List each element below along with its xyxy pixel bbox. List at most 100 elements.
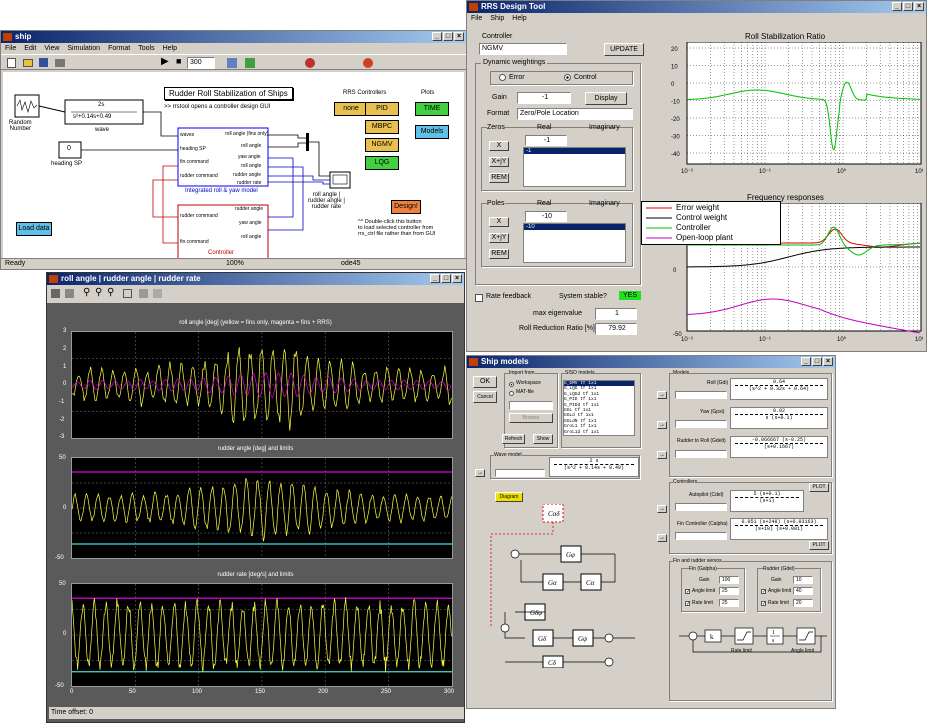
- params-icon[interactable]: [65, 289, 74, 298]
- zero-real-input[interactable]: -1: [525, 135, 567, 146]
- time-plot-button[interactable]: TIME: [415, 102, 449, 116]
- zoom-x-icon[interactable]: ⚲: [95, 287, 102, 298]
- wave-arrow-button[interactable]: →: [475, 469, 485, 477]
- explorer-icon[interactable]: [245, 58, 255, 68]
- wave-model-input[interactable]: [495, 469, 545, 477]
- gain-input[interactable]: -1: [517, 92, 571, 104]
- autopilot-plot-button[interactable]: PLOT: [809, 483, 829, 492]
- menu-simulation[interactable]: Simulation: [67, 43, 100, 54]
- fin-gain-input[interactable]: 100: [719, 576, 739, 584]
- models-plot-button[interactable]: Models: [415, 125, 449, 139]
- radio-matfile[interactable]: [509, 391, 514, 396]
- r2r-arrow-button[interactable]: →: [657, 451, 667, 459]
- restore-axes-icon[interactable]: [153, 289, 162, 298]
- rrs-close-button[interactable]: ×: [914, 2, 924, 11]
- fin-rate-input[interactable]: 25: [719, 599, 739, 607]
- rud-rate-input[interactable]: 20: [793, 599, 813, 607]
- roll-input[interactable]: [675, 391, 727, 399]
- maximize-button[interactable]: □: [443, 32, 453, 41]
- settings-icon[interactable]: [363, 58, 373, 68]
- print-icon[interactable]: [51, 289, 60, 298]
- design-button[interactable]: Design!: [391, 200, 421, 214]
- ctl-mbpc-button[interactable]: MBPC: [365, 120, 399, 134]
- save-icon[interactable]: [39, 58, 48, 67]
- rud-rate-checkbox[interactable]: ✓: [761, 601, 766, 607]
- run-icon[interactable]: ▶: [161, 56, 169, 67]
- cancel-button[interactable]: Cancel: [473, 391, 497, 403]
- ctl-pid-button[interactable]: PID: [365, 102, 399, 116]
- rate-feedback-checkbox[interactable]: [475, 294, 483, 302]
- menu-help[interactable]: Help: [163, 43, 177, 54]
- fin-rate-checkbox[interactable]: ✓: [685, 601, 690, 607]
- matfile-input[interactable]: [509, 401, 553, 410]
- autopilot-arrow-button[interactable]: →: [657, 505, 667, 513]
- zero-rem-button[interactable]: REM: [489, 173, 509, 183]
- open-icon[interactable]: [23, 59, 33, 67]
- r2r-input[interactable]: [675, 450, 727, 458]
- library-icon[interactable]: [227, 58, 237, 68]
- radio-workspace[interactable]: [509, 382, 514, 387]
- stop-time-input[interactable]: 300: [187, 57, 215, 69]
- print-icon[interactable]: [55, 59, 65, 67]
- rud-gain-input[interactable]: 10: [793, 576, 813, 584]
- radio-error[interactable]: [499, 74, 506, 81]
- models-minimize-button[interactable]: _: [801, 357, 811, 366]
- rud-angle-input[interactable]: 40: [793, 587, 813, 595]
- diagram-button[interactable]: Diagram: [495, 492, 523, 502]
- pole-list-item[interactable]: -10: [524, 224, 625, 230]
- zoom-icon[interactable]: ⚲: [83, 287, 90, 298]
- menu-file[interactable]: File: [5, 43, 16, 54]
- scope-close-button[interactable]: ×: [452, 274, 462, 283]
- menu-edit[interactable]: Edit: [24, 43, 36, 54]
- fin-angle-input[interactable]: 25: [719, 587, 739, 595]
- menu-view[interactable]: View: [44, 43, 59, 54]
- rrs-maximize-button[interactable]: □: [903, 2, 913, 11]
- pole-x-button[interactable]: X: [489, 217, 509, 227]
- close-button[interactable]: ×: [454, 32, 464, 41]
- radio-control[interactable]: [564, 74, 571, 81]
- zero-x-button[interactable]: X: [489, 141, 509, 151]
- models-maximize-button[interactable]: □: [812, 357, 822, 366]
- stop-icon[interactable]: ■: [176, 56, 181, 66]
- ctl-ngmv-button[interactable]: NGMV: [365, 138, 399, 152]
- display-button[interactable]: Display: [585, 92, 627, 105]
- rrs-menu-ship[interactable]: Ship: [490, 13, 504, 24]
- models-close-button[interactable]: ×: [823, 357, 833, 366]
- save-axes-icon[interactable]: [139, 289, 148, 298]
- siso-item[interactable]: GroL1d tf 1x1: [564, 430, 634, 435]
- menu-tools[interactable]: Tools: [138, 43, 154, 54]
- fin-arrow-button[interactable]: →: [657, 534, 667, 542]
- zoom-y-icon[interactable]: ⚲: [107, 287, 114, 298]
- zero-xjy-button[interactable]: X+jY: [489, 157, 509, 167]
- ctl-none-button[interactable]: none: [334, 102, 368, 116]
- pole-real-input[interactable]: -10: [525, 211, 567, 222]
- rrs-minimize-button[interactable]: _: [892, 2, 902, 11]
- siso-list[interactable]: G_GMV tf 1x1 G_LQG tf 1x1 G_LQGd tf 1x1 G_P…: [563, 380, 635, 436]
- yaw-input[interactable]: [675, 420, 727, 428]
- debug-icon[interactable]: [305, 58, 315, 68]
- fin-angle-checkbox[interactable]: ✓: [685, 589, 690, 595]
- controller-select[interactable]: NGMV: [479, 43, 567, 55]
- update-button[interactable]: UPDATE: [604, 43, 644, 56]
- refresh-button[interactable]: Refresh: [502, 434, 525, 444]
- roll-arrow-button[interactable]: →: [657, 391, 667, 399]
- show-button[interactable]: Show: [533, 434, 553, 444]
- zero-list-item[interactable]: -1: [524, 148, 625, 154]
- rud-angle-checkbox[interactable]: ✓: [761, 589, 766, 595]
- pole-rem-button[interactable]: REM: [489, 249, 509, 259]
- autopilot-input[interactable]: [675, 503, 727, 511]
- autoscale-icon[interactable]: [123, 289, 132, 298]
- load-data-button[interactable]: Load data: [16, 222, 52, 236]
- new-icon[interactable]: [7, 58, 16, 68]
- browse-button[interactable]: Browse: [509, 413, 553, 423]
- ctl-lqg-button[interactable]: LQG: [365, 156, 399, 170]
- scope-maximize-button[interactable]: □: [441, 274, 451, 283]
- scope-minimize-button[interactable]: _: [430, 274, 440, 283]
- ok-button[interactable]: OK: [473, 376, 497, 388]
- fin-plot-button[interactable]: PLOT: [809, 541, 829, 550]
- menu-format[interactable]: Format: [108, 43, 130, 54]
- minimize-button[interactable]: _: [432, 32, 442, 41]
- fin-input[interactable]: [675, 532, 727, 540]
- rrs-menu-help[interactable]: Help: [512, 13, 526, 24]
- rrs-menu-file[interactable]: File: [471, 13, 482, 24]
